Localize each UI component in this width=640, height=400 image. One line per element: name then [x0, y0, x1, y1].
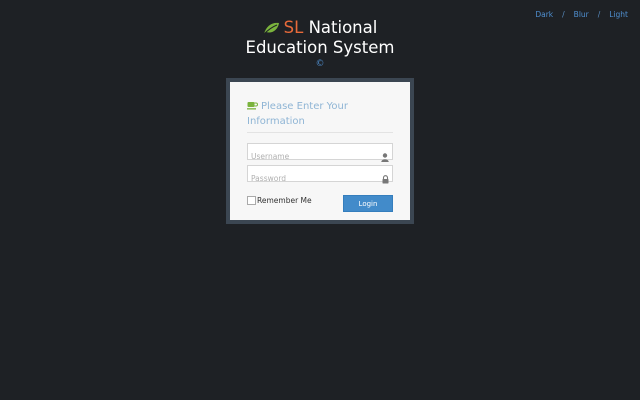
remember-me-label: Remember Me — [257, 196, 312, 205]
brand-line-2: Education System — [245, 38, 395, 57]
theme-light-link[interactable]: Light — [609, 10, 628, 19]
login-form: Please Enter Your Information Username R… — [230, 82, 410, 220]
remember-me[interactable]: Remember Me — [247, 196, 312, 205]
brand-line-1: SL National — [0, 19, 640, 39]
login-title-text: Please Enter Your Information — [247, 101, 348, 127]
password-field[interactable] — [247, 165, 393, 186]
remember-me-checkbox[interactable] — [247, 196, 256, 205]
username-field[interactable] — [247, 143, 393, 164]
theme-separator: / — [562, 10, 565, 19]
brand-title: SL National Education System — [0, 19, 640, 57]
coffee-cup-icon — [247, 101, 258, 115]
username-input[interactable] — [248, 149, 376, 164]
login-frame: Please Enter Your Information Username R… — [226, 78, 414, 224]
brand-prefix: SL — [283, 18, 304, 37]
theme-switcher: Dark / Blur / Light — [535, 10, 628, 19]
login-title: Please Enter Your Information — [247, 100, 393, 133]
login-button[interactable]: Login — [343, 195, 393, 212]
theme-separator: / — [597, 10, 601, 19]
theme-blur-link[interactable]: Blur — [574, 10, 589, 19]
leaf-icon — [263, 21, 280, 39]
user-icon — [381, 147, 389, 166]
copyright-symbol: © — [315, 59, 325, 69]
brand-name-rest: National — [303, 18, 378, 37]
password-input[interactable] — [248, 171, 376, 186]
theme-dark-link[interactable]: Dark — [535, 10, 553, 19]
lock-icon — [382, 169, 389, 188]
login-page: Dark / Blur / Light SL National Educatio… — [0, 0, 640, 400]
